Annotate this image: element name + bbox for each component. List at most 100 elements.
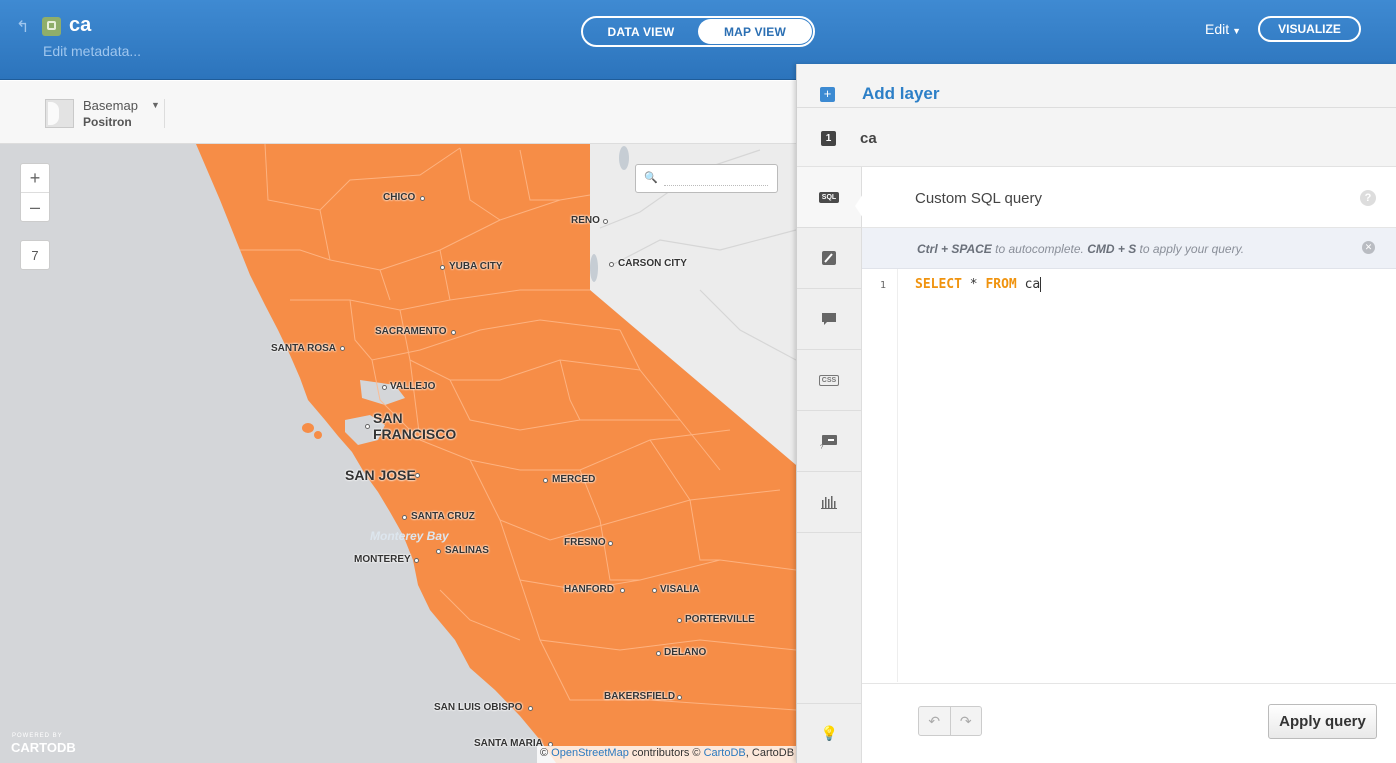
- map-toolbar: Basemap Positron ▼: [0, 81, 796, 144]
- tab-filters[interactable]: [797, 472, 861, 533]
- city-label: FRESNO: [564, 537, 606, 548]
- zoom-in-button[interactable]: +: [21, 164, 49, 193]
- editor-title: Custom SQL query: [915, 190, 1042, 207]
- line-number: 1: [880, 280, 887, 291]
- cartodb-link[interactable]: CartoDB: [704, 747, 746, 759]
- cartodb-logo[interactable]: CARTODB: [11, 740, 76, 755]
- city-dot: [420, 196, 425, 201]
- city-label: SAN LUIS OBISPO: [434, 702, 523, 713]
- city-dot: [528, 706, 533, 711]
- tab-css[interactable]: CSS: [797, 350, 861, 411]
- tab-wizard[interactable]: [797, 228, 861, 289]
- city-dot: [677, 695, 682, 700]
- city-dot: [414, 558, 419, 563]
- city-dot: [451, 330, 456, 335]
- basemap-thumbnail[interactable]: [45, 99, 74, 128]
- city-label: VALLEJO: [390, 381, 436, 392]
- edit-metadata-link[interactable]: Edit metadata...: [43, 43, 141, 59]
- chevron-down-icon: ▼: [1232, 26, 1242, 36]
- apply-query-button[interactable]: Apply query: [1268, 704, 1377, 739]
- map-attribution: © OpenStreetMap contributors © CartoDB, …: [537, 746, 796, 763]
- city-label: SANTA CRUZ: [411, 511, 475, 522]
- search-icon: 🔍: [644, 172, 658, 184]
- city-dot: [603, 219, 608, 224]
- city-dot: [340, 346, 345, 351]
- city-label: VISALIA: [660, 584, 700, 595]
- attribution-suffix: , CartoDB: [745, 747, 795, 759]
- attribution-prefix: ©: [540, 747, 552, 759]
- map-search-input[interactable]: 🔍: [635, 164, 778, 193]
- city-dot: [656, 651, 661, 656]
- tab-legends[interactable]: ?: [797, 411, 861, 472]
- table-title[interactable]: ca: [69, 14, 91, 37]
- search-field-line: [664, 185, 768, 186]
- powered-by-label: POWERED BY: [12, 733, 63, 739]
- layer-name[interactable]: ca: [860, 130, 877, 147]
- city-dot: [365, 424, 370, 429]
- lightbulb-icon[interactable]: 💡: [797, 703, 862, 763]
- city-label: FRANCISCO: [373, 426, 457, 442]
- help-icon[interactable]: ?: [1360, 190, 1376, 206]
- basemap-label[interactable]: Basemap: [83, 98, 138, 113]
- city-dot: [652, 588, 657, 593]
- city-label: SANTA MARIA: [474, 738, 543, 749]
- city-label: MONTEREY: [354, 554, 411, 565]
- sql-keyword: SELECT: [915, 277, 962, 292]
- undo-button[interactable]: ↶: [919, 707, 951, 735]
- hint-key-apply: CMD + S: [1087, 242, 1137, 256]
- editor-footer: ↶ ↷ Apply query: [862, 683, 1396, 763]
- text-cursor: [1040, 277, 1042, 292]
- undo-redo-group: ↶ ↷: [918, 706, 982, 736]
- tab-infowindow[interactable]: [797, 289, 861, 350]
- city-dot: [620, 588, 625, 593]
- edit-menu[interactable]: Edit ▼: [1205, 21, 1241, 37]
- histogram-icon: [821, 496, 837, 509]
- add-layer-bar: + Add layer: [797, 64, 1396, 108]
- city-label: DELANO: [664, 647, 707, 658]
- sql-editor-pane: Custom SQL query ? Ctrl + SPACE to autoc…: [862, 167, 1396, 763]
- plus-icon[interactable]: +: [820, 87, 835, 102]
- city-dot: [543, 478, 548, 483]
- city-label: SACRAMENTO: [375, 326, 447, 337]
- city-dot: [382, 385, 387, 390]
- tab-sql[interactable]: SQL: [797, 167, 861, 228]
- zoom-out-button[interactable]: –: [21, 193, 49, 222]
- sql-keyword: FROM: [985, 277, 1017, 292]
- sql-icon: SQL: [818, 191, 840, 203]
- water-label: Monterey Bay: [370, 529, 449, 543]
- city-label: SANTA ROSA: [271, 343, 336, 354]
- tab-map-view[interactable]: MAP VIEW: [698, 19, 812, 44]
- map-canvas[interactable]: [0, 144, 796, 763]
- layer-header[interactable]: 1 ca: [797, 108, 1396, 167]
- city-label: SAN: [373, 410, 403, 426]
- edit-menu-label: Edit: [1205, 21, 1230, 37]
- visualize-button[interactable]: VISUALIZE: [1258, 16, 1361, 42]
- speech-bubble-icon: [822, 313, 836, 325]
- osm-link[interactable]: OpenStreetMap: [551, 747, 629, 759]
- city-label: BAKERSFIELD: [604, 691, 676, 702]
- map-layer: [196, 144, 796, 763]
- city-dot: [436, 549, 441, 554]
- close-icon[interactable]: ✕: [1362, 241, 1375, 254]
- city-label: HANFORD: [564, 584, 614, 595]
- basemap-value[interactable]: Positron: [83, 115, 132, 129]
- redo-button[interactable]: ↷: [951, 707, 982, 735]
- add-layer-button[interactable]: Add layer: [862, 84, 939, 104]
- editor-hint-bar: Ctrl + SPACE to autocomplete. CMD + S to…: [862, 228, 1396, 269]
- city-label: RENO: [571, 215, 600, 226]
- css-icon: CSS: [818, 374, 840, 386]
- toolbar-divider: [164, 99, 165, 128]
- city-label: CHICO: [383, 192, 416, 203]
- line-gutter: 1: [862, 269, 898, 682]
- city-label: SALINAS: [445, 545, 489, 556]
- app-window: ↰ ca Edit metadata... DATA VIEW MAP VIEW…: [0, 0, 1396, 763]
- city-label: PORTERVILLE: [685, 614, 755, 625]
- sql-token: *: [961, 277, 986, 292]
- sql-code-input[interactable]: SELECT * FROM ca: [915, 277, 1042, 292]
- chevron-down-icon[interactable]: ▼: [151, 100, 160, 110]
- hint-text-autocomplete: to autocomplete.: [991, 242, 1088, 256]
- lock-icon[interactable]: [42, 17, 61, 36]
- back-arrow-icon[interactable]: ↰: [16, 17, 29, 37]
- city-dot: [608, 541, 613, 546]
- tab-data-view[interactable]: DATA VIEW: [584, 19, 698, 44]
